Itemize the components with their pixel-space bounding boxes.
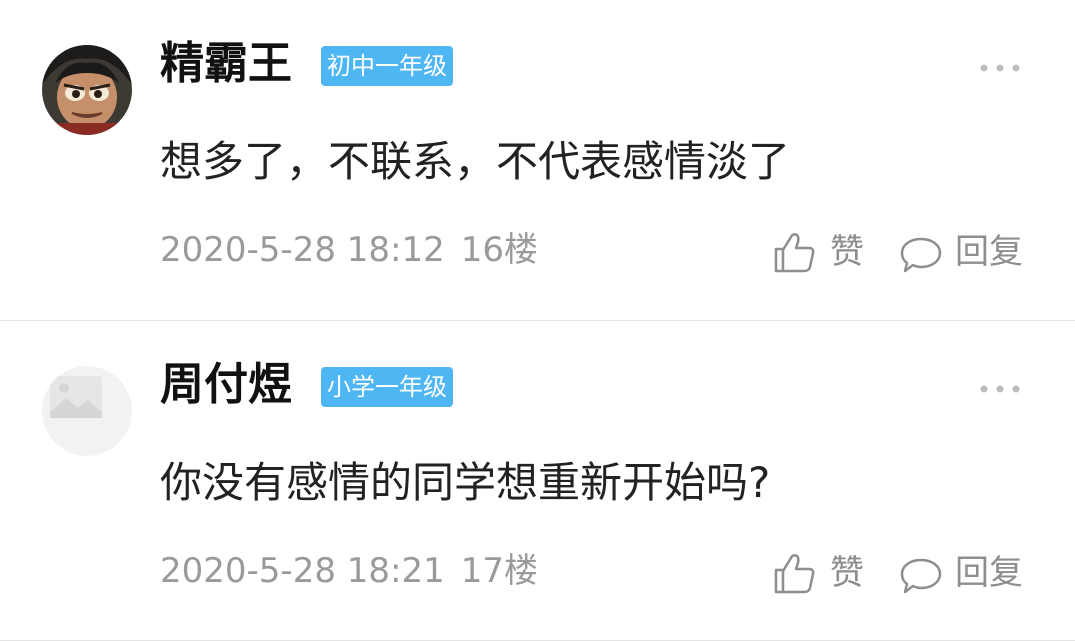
reply-label: 回复 <box>955 232 1023 272</box>
thumbs-up-icon <box>774 233 815 273</box>
reply-button[interactable]: 回复 <box>899 547 1023 599</box>
avatar[interactable] <box>42 45 132 135</box>
grade-badge: 小学一年级 <box>321 367 453 407</box>
comment-meta: 2020-5-28 18:21 17楼 <box>160 547 538 595</box>
more-button[interactable] <box>978 381 1022 397</box>
image-placeholder-icon <box>42 366 132 456</box>
more-button[interactable] <box>978 60 1022 76</box>
like-button[interactable]: 赞 <box>772 547 864 599</box>
cartoon-avatar-icon <box>42 45 132 135</box>
like-label: 赞 <box>830 232 864 272</box>
floor-number: 16楼 <box>460 230 539 270</box>
comment-text: 你没有感情的同学想重新开始吗? <box>160 458 771 507</box>
comment-text: 想多了，不联系，不代表感情淡了 <box>160 137 791 186</box>
like-label: 赞 <box>830 553 864 593</box>
reply-label: 回复 <box>955 553 1023 593</box>
more-dots-icon <box>980 385 1020 393</box>
comment-item: 周付煜 小学一年级 你没有感情的同学想重新开始吗? 2020-5-28 18:2… <box>0 321 1075 641</box>
speech-bubble-icon <box>900 558 942 594</box>
reply-button[interactable]: 回复 <box>899 226 1023 278</box>
speech-bubble-icon <box>900 237 942 273</box>
comment-meta: 2020-5-28 18:12 16楼 <box>160 226 538 274</box>
username[interactable]: 精霸王 <box>160 36 292 92</box>
floor-number: 17楼 <box>460 551 539 591</box>
timestamp: 2020-5-28 18:21 <box>160 551 445 591</box>
timestamp: 2020-5-28 18:12 <box>160 230 445 270</box>
comment-item: 精霸王 初中一年级 想多了，不联系，不代表感情淡了 2020-5-28 18:1… <box>0 0 1075 320</box>
avatar[interactable] <box>42 366 132 456</box>
username[interactable]: 周付煜 <box>160 357 292 413</box>
thumbs-up-icon <box>774 554 815 594</box>
grade-badge: 初中一年级 <box>321 46 453 86</box>
like-button[interactable]: 赞 <box>772 226 864 278</box>
more-dots-icon <box>980 64 1020 72</box>
